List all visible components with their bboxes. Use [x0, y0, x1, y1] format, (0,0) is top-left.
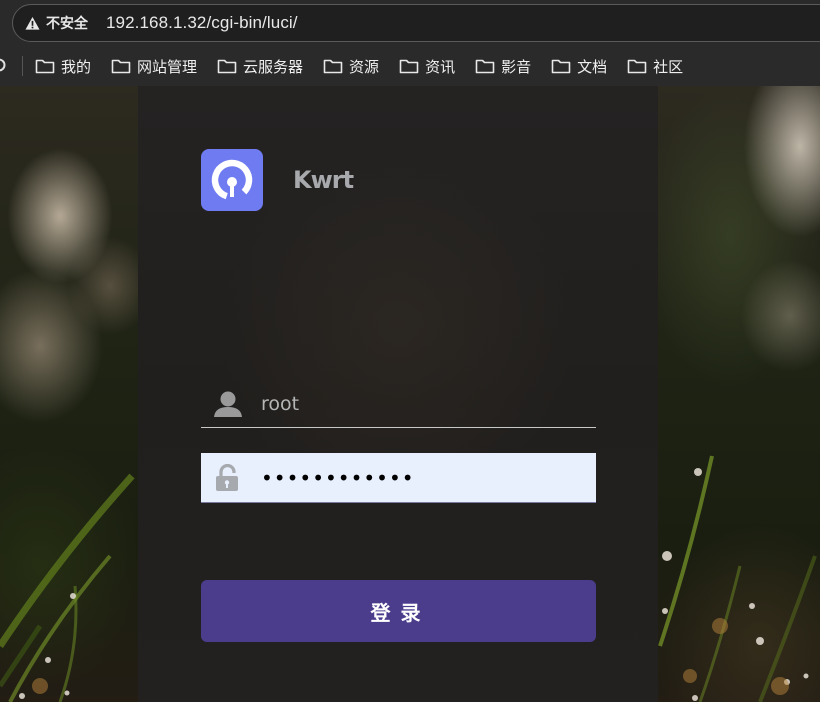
folder-icon	[111, 59, 131, 74]
login-panel: Kwrt 登录	[138, 86, 658, 702]
bookmark-label: 文档	[577, 58, 608, 76]
security-label: 不安全	[46, 15, 88, 31]
bookmark-label: 云服务器	[243, 58, 304, 76]
brand-logo	[201, 149, 263, 211]
folder-icon	[217, 59, 237, 74]
kwrt-logo-icon	[211, 159, 253, 201]
bookmark-folder-community[interactable]: 社区	[627, 56, 683, 77]
bookmark-label: 我的	[61, 58, 92, 76]
user-icon	[214, 391, 242, 417]
bookmark-folder-mine[interactable]: 我的	[35, 56, 91, 77]
url-text[interactable]: 192.168.1.32/cgi-bin/luci/	[106, 13, 298, 33]
bookmark-label: 网站管理	[137, 58, 198, 76]
password-input[interactable]	[245, 455, 596, 500]
warning-triangle-icon	[25, 16, 40, 30]
password-field-row	[201, 453, 596, 503]
folder-icon	[475, 59, 495, 74]
security-indicator[interactable]: 不安全	[25, 13, 88, 33]
folder-icon	[551, 59, 571, 74]
bookmark-label: 资源	[349, 58, 380, 76]
address-bar[interactable]: 不安全 192.168.1.32/cgi-bin/luci/	[12, 4, 820, 42]
password-icon-wrap	[201, 454, 245, 502]
bookmark-folder-site-admin[interactable]: 网站管理	[111, 56, 197, 77]
bookmark-folder-docs[interactable]: 文档	[551, 56, 607, 77]
login-button[interactable]: 登录	[201, 580, 596, 642]
bookmark-folder-news[interactable]: 资讯	[399, 56, 455, 77]
bookmark-folder-media[interactable]: 影音	[475, 56, 531, 77]
bookmark-label: 社区	[653, 58, 684, 76]
username-field-row	[201, 380, 596, 428]
folder-icon	[399, 59, 419, 74]
folder-icon	[323, 59, 343, 74]
bookmarks-separator	[22, 56, 23, 76]
browser-toolbar: 不安全 192.168.1.32/cgi-bin/luci/	[0, 0, 820, 46]
brand-name: Kwrt	[293, 166, 354, 194]
folder-icon	[35, 59, 55, 74]
username-icon-wrap	[201, 380, 245, 428]
username-input[interactable]	[245, 381, 596, 426]
folder-icon	[627, 59, 647, 74]
bookmark-label: 影音	[501, 58, 532, 76]
bookmark-label: 资讯	[425, 58, 456, 76]
bookmarks-bar: 我的 网站管理 云服务器 资源 资讯 影音 文档 社区	[0, 46, 820, 86]
bookmark-folder-cloud-server[interactable]: 云服务器	[217, 56, 303, 77]
apps-icon	[0, 58, 6, 72]
page-viewport: Kwrt 登录	[0, 86, 820, 702]
unlock-icon	[216, 463, 238, 491]
apps-shortcut[interactable]	[0, 46, 14, 86]
bookmark-folder-resources[interactable]: 资源	[323, 56, 379, 77]
